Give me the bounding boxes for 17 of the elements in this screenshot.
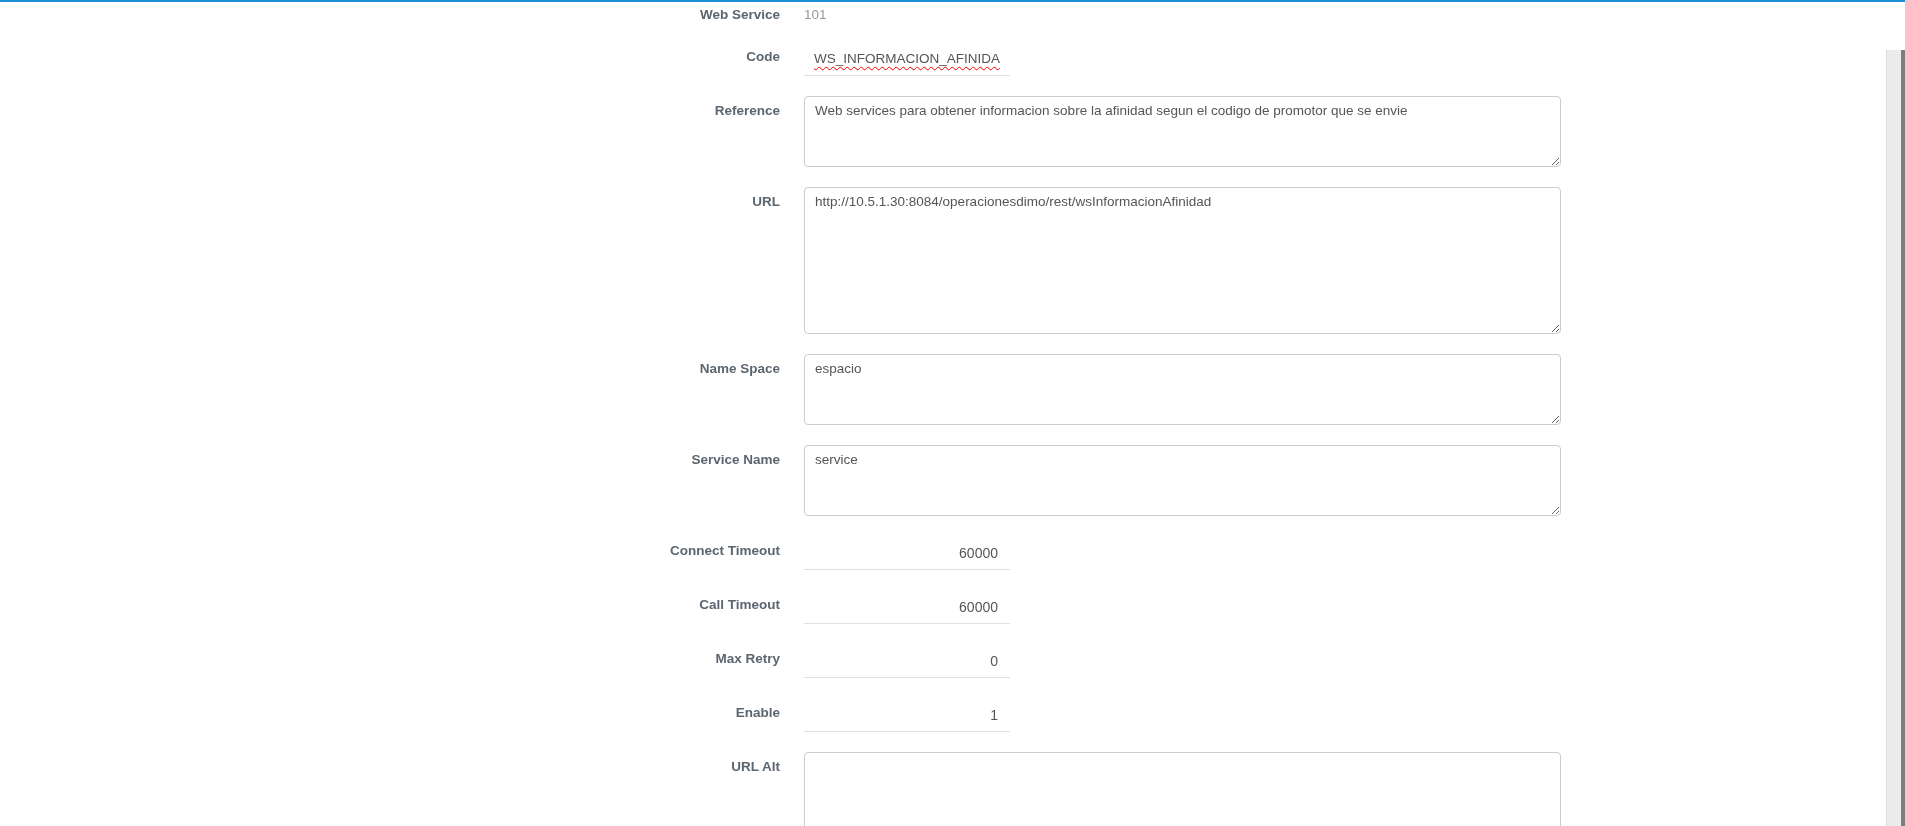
field-label: Enable [734,704,780,720]
field-label: Code [745,48,780,64]
field-label: Reference [713,102,780,118]
field-label: URL Alt [730,758,780,774]
scrollbar[interactable] [1886,50,1905,826]
field-label: URL [751,193,780,209]
field-label: Name Space [698,360,780,376]
text-area[interactable]: http://10.5.1.30:8084/operacionesdimo/rest/wsInformacionAfinidad [804,187,1561,334]
field-label: Max Retry [714,650,780,666]
field-label: Call Timeout [698,596,780,612]
field-label: Connect Timeout [669,542,780,558]
text-area[interactable]: Web services para obtener informacion sobre la afinidad segun el codigo de promotor que se envie [804,96,1561,167]
text-area[interactable]: espacio [804,354,1561,425]
field-value: 101 [804,6,827,22]
field-label: Web Service [698,6,780,22]
field-label: Service Name [690,451,780,467]
text-area[interactable]: service [804,445,1561,516]
